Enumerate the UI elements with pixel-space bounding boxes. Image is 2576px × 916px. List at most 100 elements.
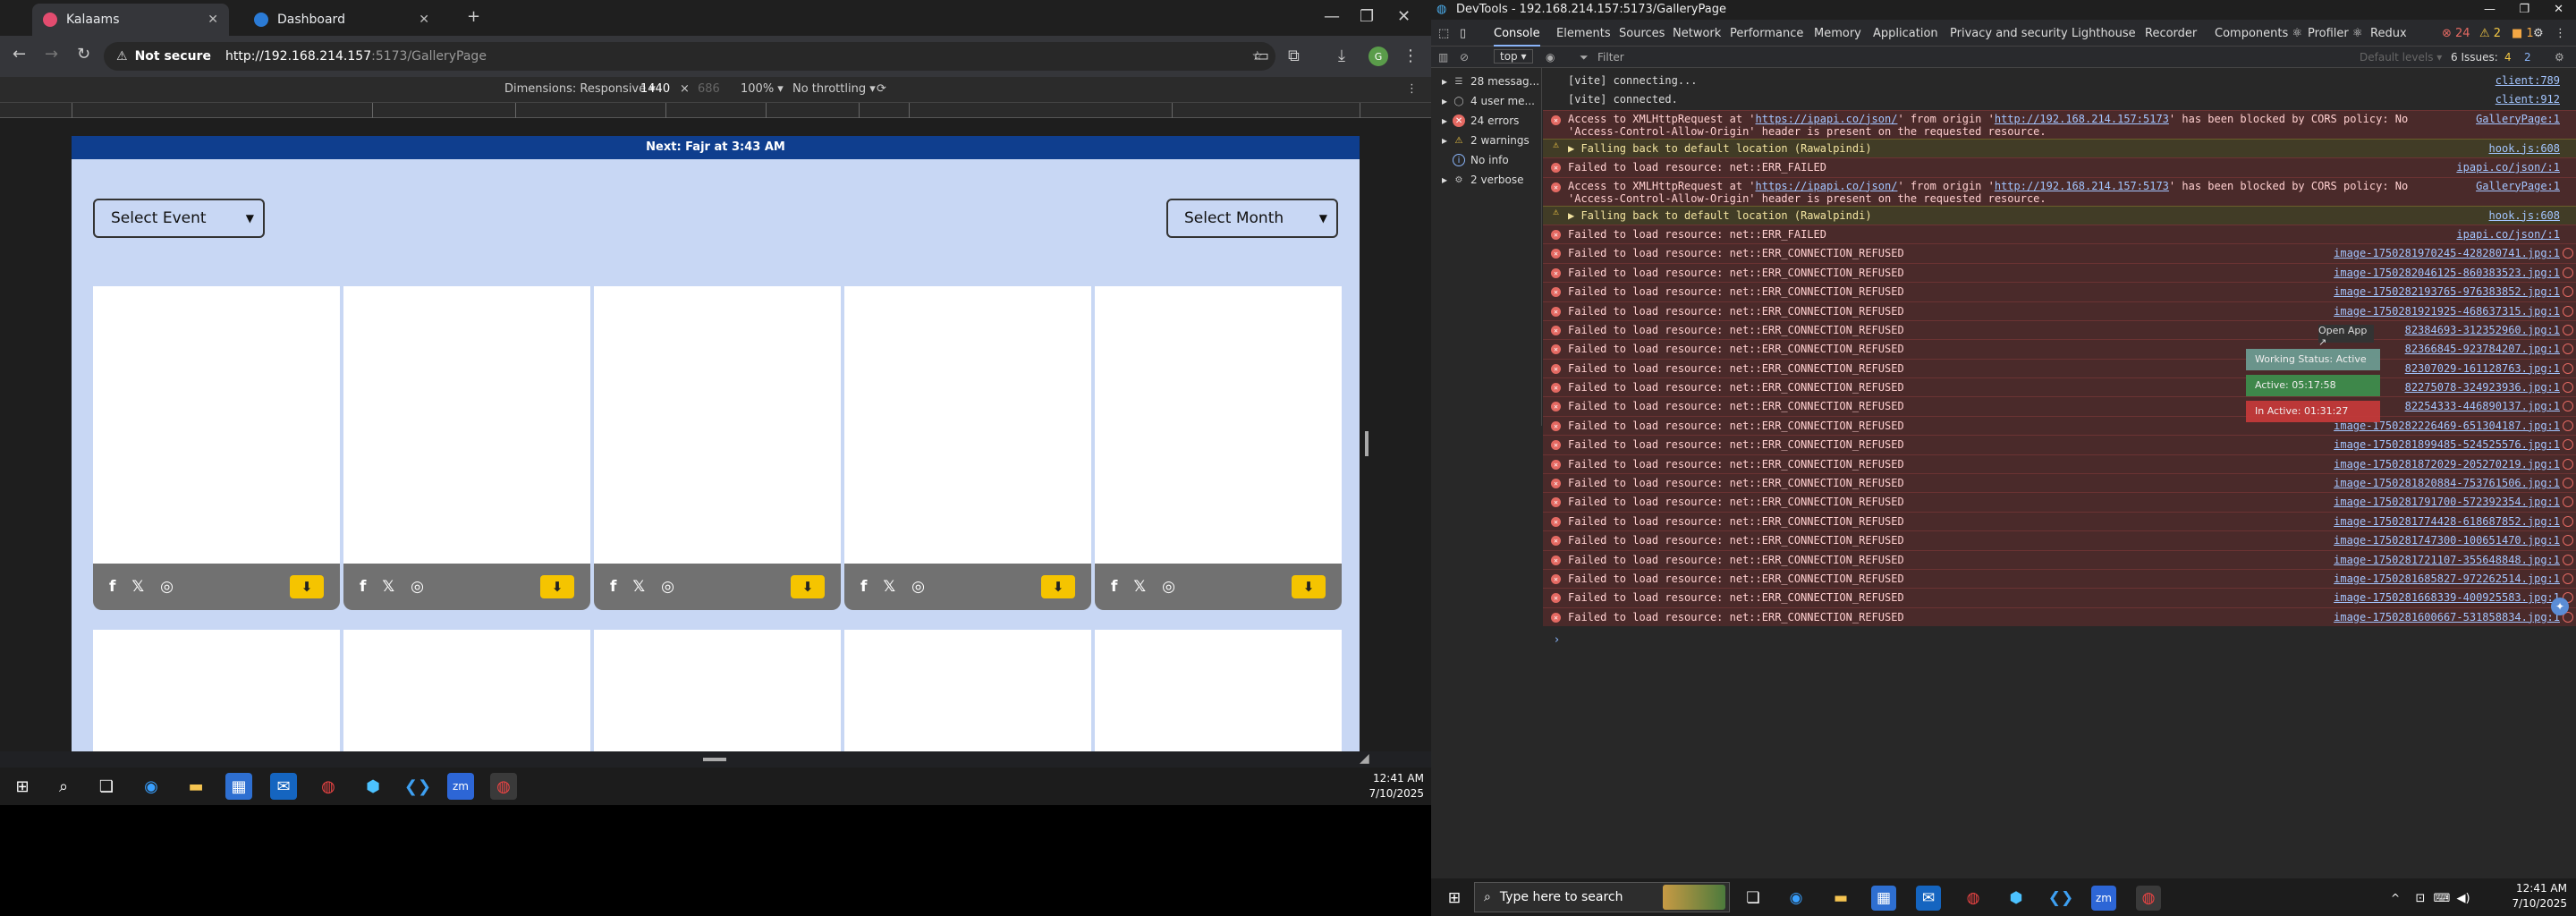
log-source-link[interactable]: ipapi.co/json/:1 (2456, 158, 2560, 176)
app-icon[interactable]: ⬢ (2004, 886, 2029, 911)
select-event-dropdown[interactable]: Select Event ▼ (93, 199, 265, 238)
log-source-link[interactable]: image-1750281747300-100651470.jpg:1 (2334, 531, 2560, 549)
retry-icon[interactable] (2563, 478, 2573, 489)
log-source-link[interactable]: client:912 (2496, 90, 2560, 109)
console-settings-icon[interactable]: ⚙ (2555, 51, 2564, 64)
retry-icon[interactable] (2563, 458, 2573, 470)
menu-kebab-icon[interactable]: ⋮ (1402, 47, 1419, 65)
filter-input[interactable]: Filter (1597, 51, 1624, 64)
download-button[interactable]: ⬇ (540, 575, 574, 598)
log-source-link[interactable]: 82366845-923784207.jpg:1 (2405, 340, 2560, 358)
log-source-link[interactable]: GalleryPage:1 (2476, 180, 2560, 192)
retry-icon[interactable] (2563, 248, 2573, 259)
instagram-icon[interactable]: ◎ (911, 578, 925, 596)
gallery-card[interactable] (844, 630, 1091, 751)
new-tab-icon[interactable]: + (467, 7, 480, 26)
gallery-card[interactable] (93, 630, 340, 751)
log-levels-dropdown[interactable]: Default levels ▾ (2360, 51, 2442, 64)
outlook-icon[interactable]: ✉ (1916, 886, 1941, 911)
task-view-icon[interactable]: ❏ (93, 773, 120, 800)
vscode-icon[interactable]: ❮❯ (2048, 886, 2074, 911)
log-link[interactable]: http://192.168.214.157:5173 (1995, 180, 2169, 192)
tab-sources[interactable]: Sources (1619, 27, 1665, 40)
edge-icon[interactable]: ◉ (1784, 886, 1809, 911)
facebook-icon[interactable]: f (109, 578, 115, 596)
close-icon[interactable]: ✕ (419, 13, 429, 27)
sidebar-info[interactable]: ▸iNo info (1442, 154, 1509, 166)
retry-icon[interactable] (2563, 344, 2573, 355)
log-source-link[interactable]: image-1750281721107-355648848.jpg:1 (2334, 551, 2560, 569)
security-label[interactable]: Not secure (135, 49, 211, 64)
taskbar-search-input[interactable]: ⌕ Type here to search (1474, 882, 1730, 912)
log-source-link[interactable]: hook.js:608 (2489, 207, 2560, 225)
chrome-active-icon[interactable]: ◍ (490, 773, 517, 800)
media-query-ruler[interactable] (0, 102, 1431, 119)
zoom-app-icon[interactable]: zm (2091, 886, 2116, 911)
tab-console[interactable]: Console (1494, 27, 1540, 47)
maximize-icon[interactable]: ❐ (2519, 0, 2529, 20)
retry-icon[interactable] (2563, 572, 2573, 584)
gallery-card[interactable]: f 𝕏 ◎ ⬇ (93, 286, 340, 610)
instagram-icon[interactable]: ◎ (411, 578, 424, 596)
volume-icon[interactable]: ◀) (2451, 886, 2476, 911)
x-icon[interactable]: 𝕏 (382, 578, 394, 596)
retry-icon[interactable] (2563, 267, 2573, 278)
tab-application[interactable]: Application (1873, 27, 1938, 40)
retry-icon[interactable] (2563, 554, 2573, 565)
tab-lighthouse[interactable]: Lighthouse (2072, 27, 2136, 40)
store-icon[interactable]: ▦ (225, 773, 252, 800)
zoom-dropdown[interactable]: 100% ▾ (741, 82, 784, 96)
chrome-active-icon[interactable]: ◍ (2136, 886, 2161, 911)
download-button[interactable]: ⬇ (791, 575, 825, 598)
log-source-link[interactable]: image-1750281600667-531858834.jpg:1 (2334, 608, 2560, 626)
x-icon[interactable]: 𝕏 (883, 578, 895, 596)
download-button[interactable]: ⬇ (1292, 575, 1326, 598)
facebook-icon[interactable]: f (860, 578, 867, 596)
log-source-link[interactable]: image-1750281774428-618687852.jpg:1 (2334, 513, 2560, 530)
viewport-resize-corner-icon[interactable]: ◢ (1360, 751, 1369, 766)
error-count-badge[interactable]: ⊗ 24 (2442, 27, 2470, 40)
not-secure-icon[interactable]: ⚠ (116, 49, 128, 64)
zoom-app-icon[interactable]: zm (447, 773, 474, 800)
maximize-icon[interactable]: ❐ (1360, 7, 1374, 26)
reload-icon[interactable]: ↻ (77, 45, 90, 64)
warning-count-badge[interactable]: ⚠ 2 (2479, 27, 2501, 40)
sidebar-warnings[interactable]: ▸ ⚠ 2 warnings (1442, 134, 1530, 147)
right-taskbar-clock[interactable]: 12:41 AM 7/10/2025 (2512, 881, 2567, 912)
facebook-icon[interactable]: f (610, 578, 616, 596)
height-input[interactable]: 686 (698, 82, 720, 96)
tab-memory[interactable]: Memory (1814, 27, 1861, 40)
gallery-card[interactable] (343, 630, 590, 751)
log-link[interactable]: https://ipapi.co/json/ (1756, 113, 1898, 125)
x-icon[interactable]: 𝕏 (632, 578, 645, 596)
select-month-dropdown[interactable]: Select Month ▼ (1166, 199, 1338, 238)
context-selector[interactable]: top ▾ (1494, 49, 1533, 64)
log-source-link[interactable]: image-1750281820884-753761506.jpg:1 (2334, 474, 2560, 492)
app-icon[interactable]: ⬢ (360, 773, 386, 800)
console-prompt[interactable]: › (1555, 633, 1559, 647)
width-input[interactable]: 1440 (640, 82, 670, 96)
tab-recorder[interactable]: Recorder (2145, 27, 2197, 40)
windows-start-icon[interactable]: ⊞ (9, 773, 36, 800)
gallery-card[interactable]: f 𝕏 ◎ ⬇ (343, 286, 590, 610)
vscode-icon[interactable]: ❮❯ (404, 773, 431, 800)
tab-components[interactable]: Components ⚛ (2215, 27, 2302, 40)
log-source-link[interactable]: 82275078-324923936.jpg:1 (2405, 378, 2560, 396)
close-icon[interactable]: ✕ (208, 13, 218, 27)
retry-icon[interactable] (2563, 496, 2573, 508)
log-source-link[interactable]: image-1750281970245-428280741.jpg:1 (2334, 244, 2560, 262)
gallery-card[interactable]: f 𝕏 ◎ ⬇ (594, 286, 841, 610)
tab-search-icon[interactable]: ▭ (1254, 47, 1269, 65)
log-source-link[interactable]: image-1750281685827-972262514.jpg:1 (2334, 570, 2560, 588)
facebook-icon[interactable]: f (1111, 578, 1117, 596)
facebook-icon[interactable]: f (360, 578, 366, 596)
tray-chevron-icon[interactable]: ^ (2383, 886, 2408, 911)
instagram-icon[interactable]: ◎ (661, 578, 674, 596)
gallery-card[interactable]: f 𝕏 ◎ ⬇ (1095, 286, 1342, 610)
sidebar-messages[interactable]: ▸ ☰ 28 messag... (1442, 75, 1539, 88)
eye-icon[interactable]: ◉ (1546, 51, 1555, 64)
device-menu-icon[interactable]: ⋮ (1406, 82, 1418, 96)
tab-redux[interactable]: Redux (2370, 27, 2407, 40)
windows-start-icon[interactable]: ⊞ (1442, 886, 1467, 911)
chrome-icon[interactable]: ◍ (1961, 886, 1986, 911)
